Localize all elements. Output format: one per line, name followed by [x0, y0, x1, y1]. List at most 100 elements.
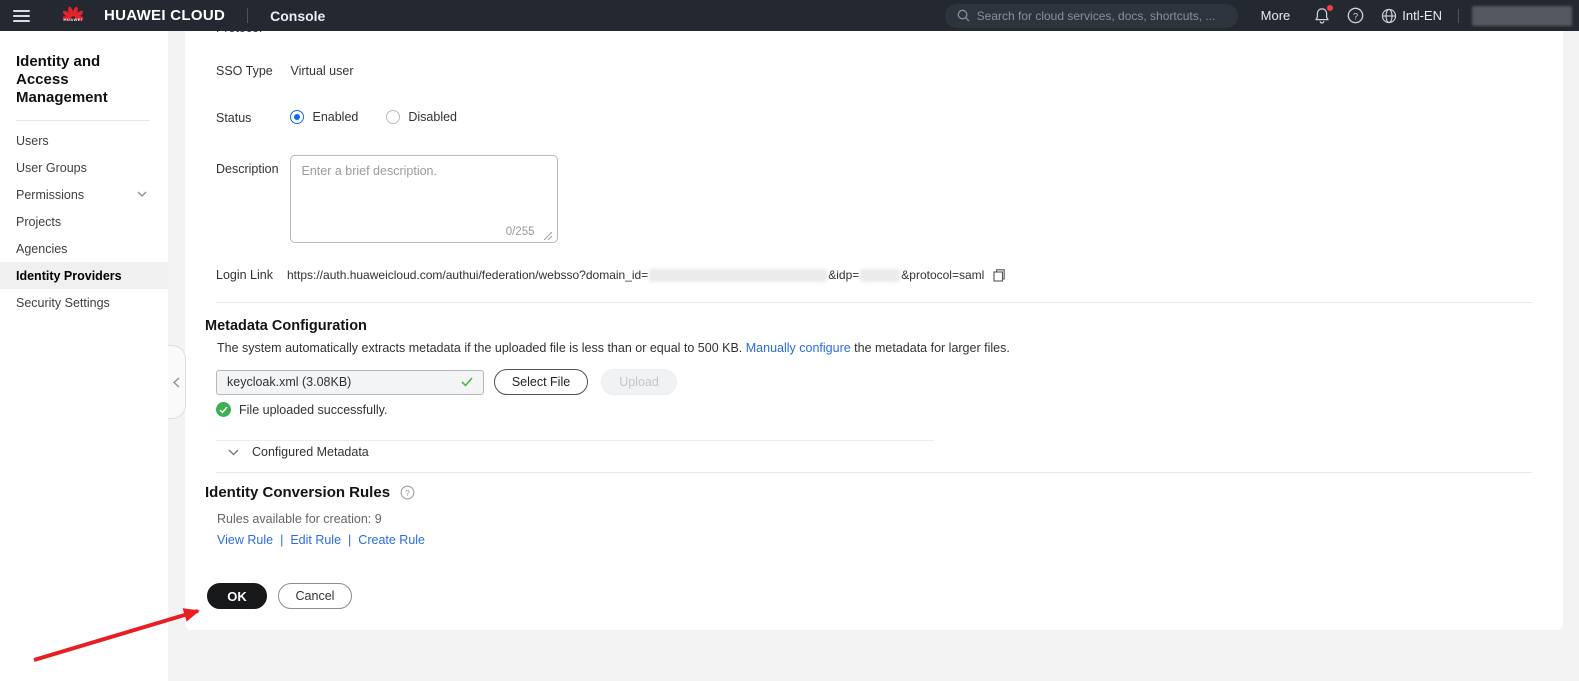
copy-icon — [993, 269, 1005, 282]
radio-label: Enabled — [312, 110, 358, 124]
file-upload-row: keycloak.xml (3.08KB) Select File Upload — [216, 369, 677, 395]
cancel-button[interactable]: Cancel — [278, 583, 352, 609]
huawei-logo[interactable]: HUAWEI — [54, 5, 92, 26]
topbar-divider — [247, 8, 248, 23]
rules-available-text: Rules available for creation: 9 — [217, 512, 382, 526]
nav-label: Identity Providers — [16, 269, 122, 283]
protocol-label-clipped: Protocol — [216, 31, 287, 35]
svg-text:?: ? — [405, 488, 410, 498]
sso-type-row: SSO Type Virtual user — [216, 64, 353, 78]
create-rule-link[interactable]: Create Rule — [358, 533, 425, 547]
globe-icon — [1381, 8, 1397, 24]
question-icon: ? — [1347, 7, 1364, 24]
hamburger-menu-icon[interactable] — [13, 10, 30, 22]
configured-metadata-toggle[interactable]: Configured Metadata — [228, 445, 369, 459]
iam-sidebar: Identity and Access Management Users Use… — [0, 31, 168, 681]
topbar-divider — [1458, 9, 1459, 23]
sidebar-item-security-settings[interactable]: Security Settings — [0, 289, 168, 316]
view-rule-link[interactable]: View Rule — [217, 533, 273, 547]
svg-text:?: ? — [1353, 11, 1358, 22]
notifications-button[interactable] — [1314, 7, 1330, 24]
domain-id-redacted — [649, 269, 827, 282]
radio-label: Disabled — [408, 110, 457, 124]
rules-links-row: View Rule | Edit Rule | Create Rule — [217, 533, 425, 547]
search-placeholder: Search for cloud services, docs, shortcu… — [977, 9, 1216, 23]
help-tooltip-icon[interactable]: ? — [400, 485, 415, 500]
notification-badge — [1327, 5, 1333, 11]
login-link-prefix: https://auth.huaweicloud.com/authui/fede… — [287, 268, 648, 282]
copy-link-button[interactable] — [993, 269, 1005, 282]
locale-label: Intl-EN — [1402, 8, 1442, 23]
valid-check-icon — [461, 377, 473, 387]
login-link-suffix: &protocol=saml — [901, 268, 984, 282]
metadata-section-title: Metadata Configuration — [205, 318, 367, 334]
sidebar-title: Identity and Access Management — [16, 53, 152, 107]
top-navbar: HUAWEI HUAWEI CLOUD Console Search for c… — [0, 0, 1579, 31]
edit-rule-link[interactable]: Edit Rule — [290, 533, 341, 547]
section-divider — [216, 472, 1532, 473]
hint-text: The system automatically extracts metada… — [217, 341, 746, 355]
nav-label: Permissions — [16, 188, 84, 202]
upload-success-row: File uploaded successfully. — [216, 402, 387, 417]
account-name-redacted[interactable] — [1472, 6, 1572, 26]
nav-label: Users — [16, 134, 49, 148]
configured-metadata-label: Configured Metadata — [252, 445, 369, 459]
status-radio-disabled[interactable]: Disabled — [386, 110, 457, 124]
chevron-down-icon — [137, 191, 147, 197]
section-divider — [216, 302, 1532, 303]
console-link[interactable]: Console — [270, 8, 325, 24]
collapse-divider-top — [216, 440, 934, 441]
page-body: Identity and Access Management Users Use… — [0, 31, 1579, 681]
nav-label: Agencies — [16, 242, 67, 256]
selected-file-field[interactable]: keycloak.xml (3.08KB) — [216, 370, 484, 395]
field-label: Protocol — [216, 31, 287, 35]
field-label: Login Link — [216, 268, 287, 282]
file-name-value: keycloak.xml (3.08KB) — [227, 375, 351, 389]
sidebar-collapse-button[interactable] — [168, 345, 186, 419]
form-actions: OK Cancel — [207, 583, 352, 609]
success-check-icon — [216, 402, 231, 417]
resize-handle-icon[interactable] — [544, 232, 552, 240]
identity-provider-form-card: Protocol SSO Type Virtual user Status En… — [185, 31, 1563, 630]
ok-button[interactable]: OK — [207, 583, 267, 609]
sidebar-item-projects[interactable]: Projects — [0, 208, 168, 235]
locale-switcher[interactable]: Intl-EN — [1381, 8, 1442, 24]
help-button[interactable]: ? — [1347, 7, 1364, 24]
brand-title: HUAWEI CLOUD — [104, 7, 225, 24]
login-link-row: Login Link https://auth.huaweicloud.com/… — [216, 268, 1005, 282]
login-link-idp: &idp= — [828, 268, 859, 282]
upload-button-disabled[interactable]: Upload — [601, 369, 677, 395]
link-separator: | — [280, 533, 283, 547]
more-menu[interactable]: More — [1261, 8, 1291, 23]
huawei-logo-word: HUAWEI — [64, 18, 83, 22]
global-search-input[interactable]: Search for cloud services, docs, shortcu… — [945, 4, 1238, 28]
hint-text: the metadata for larger files. — [851, 341, 1010, 355]
field-label: Description — [216, 162, 287, 176]
sso-type-value: Virtual user — [290, 64, 353, 78]
field-label: Status — [216, 111, 287, 125]
sidebar-item-users[interactable]: Users — [0, 127, 168, 154]
chevron-left-icon — [173, 377, 180, 388]
status-radio-enabled[interactable]: Enabled — [290, 110, 358, 124]
rules-section-title: Identity Conversion Rules — [205, 484, 390, 501]
sidebar-item-identity-providers[interactable]: Identity Providers — [0, 262, 168, 289]
identity-conversion-rules-header: Identity Conversion Rules ? — [205, 484, 415, 501]
field-label: SSO Type — [216, 64, 287, 78]
sidebar-item-user-groups[interactable]: User Groups — [0, 154, 168, 181]
success-message: File uploaded successfully. — [239, 403, 387, 417]
sidebar-item-permissions[interactable]: Permissions — [0, 181, 168, 208]
chevron-down-icon — [228, 449, 239, 456]
manually-configure-link[interactable]: Manually configure — [746, 341, 851, 355]
huawei-cloud-console: HUAWEI HUAWEI CLOUD Console Search for c… — [0, 0, 1579, 681]
idp-redacted — [860, 269, 900, 282]
nav-label: Projects — [16, 215, 61, 229]
metadata-hint: The system automatically extracts metada… — [217, 341, 1010, 355]
char-counter: 0/255 — [506, 226, 535, 238]
radio-icon — [386, 110, 400, 124]
select-file-button[interactable]: Select File — [494, 369, 588, 395]
description-row: Description 0/255 — [216, 155, 558, 246]
nav-label: Security Settings — [16, 296, 110, 310]
sidebar-item-agencies[interactable]: Agencies — [0, 235, 168, 262]
status-row: Status Enabled Disabled — [216, 110, 457, 125]
sidebar-divider — [16, 120, 150, 121]
